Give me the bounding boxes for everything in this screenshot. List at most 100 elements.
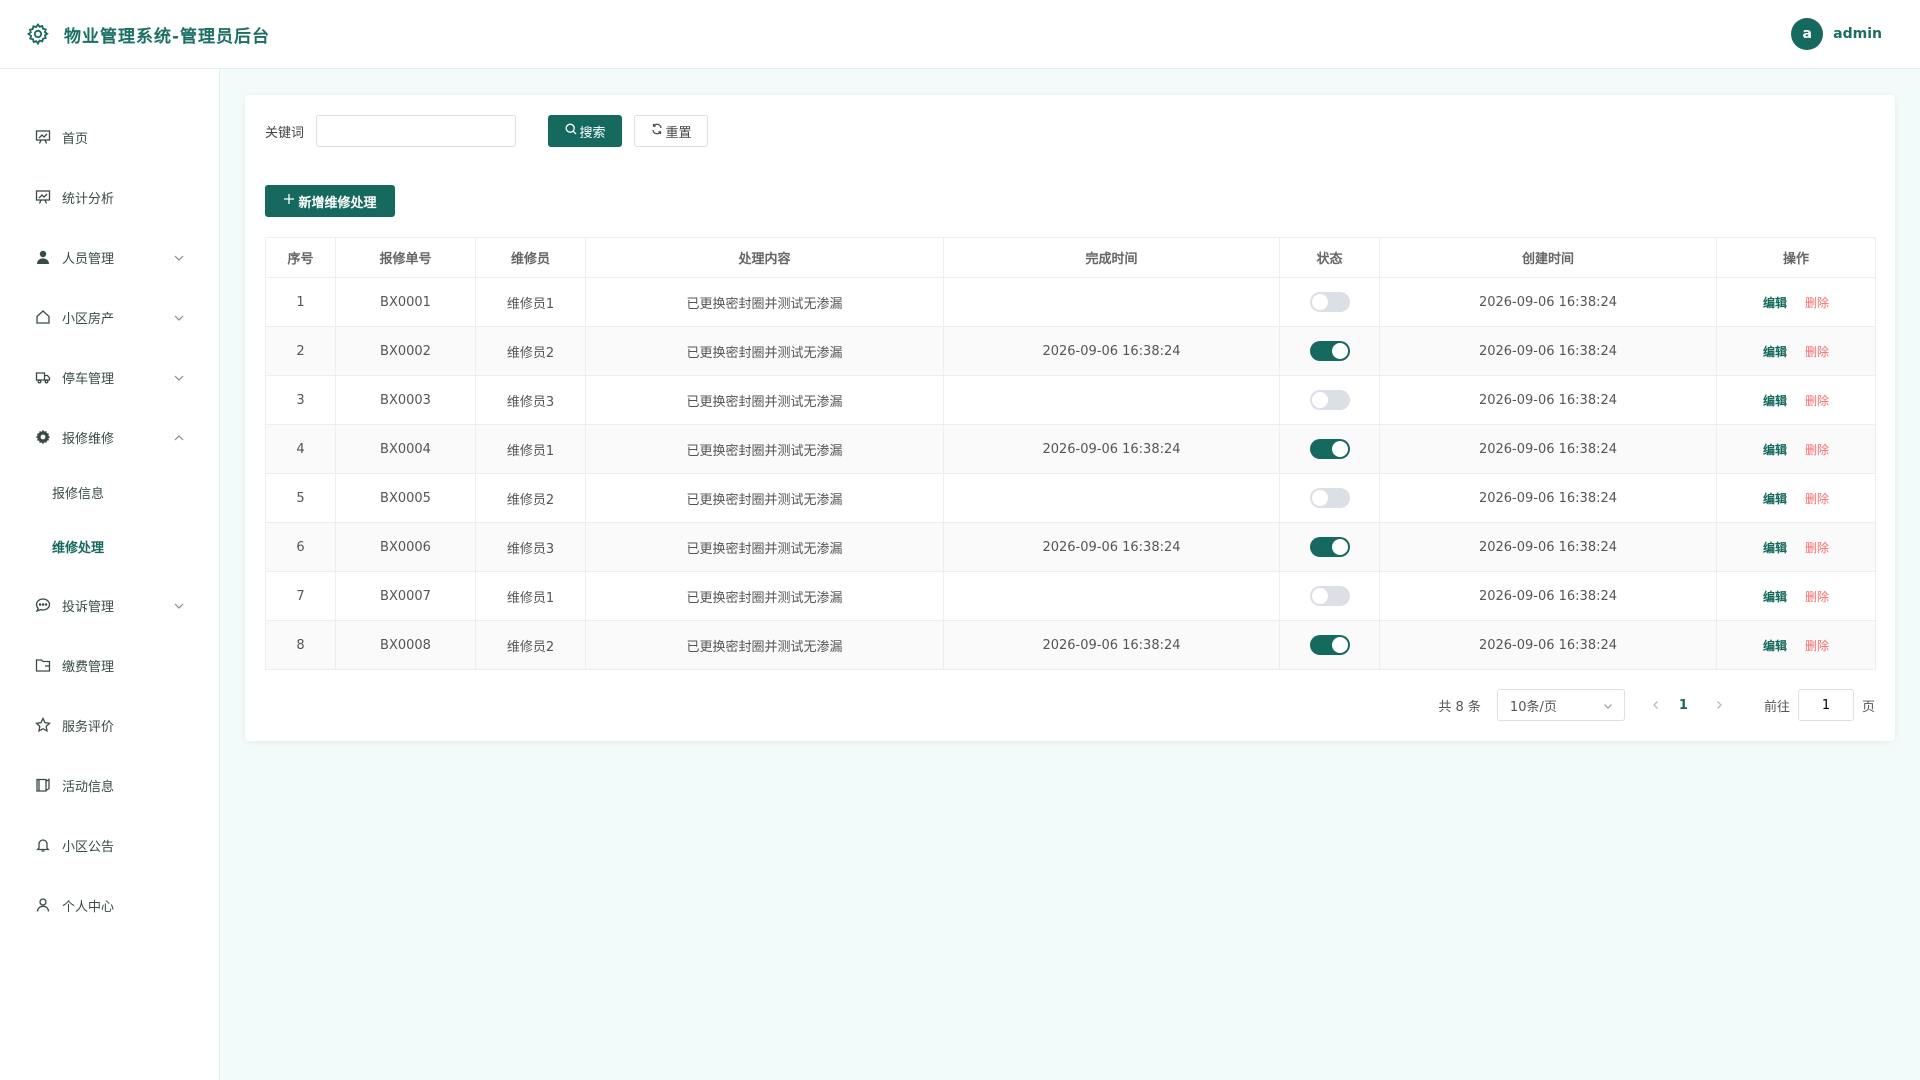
cell-actions: 编辑 删除 bbox=[1716, 424, 1876, 474]
delete-link[interactable]: 删除 bbox=[1805, 394, 1829, 408]
gear-logo-icon bbox=[24, 20, 52, 48]
sidebar-item-profile[interactable]: 个人中心 bbox=[0, 885, 220, 925]
reset-button[interactable]: 重置 bbox=[634, 115, 709, 147]
edit-link[interactable]: 编辑 bbox=[1763, 345, 1787, 359]
cell-created-time: 2026-09-06 16:38:24 bbox=[1379, 571, 1717, 621]
edit-link[interactable]: 编辑 bbox=[1763, 541, 1787, 555]
cell-content: 已更换密封圈并测试无渗漏 bbox=[585, 424, 944, 474]
cell-worker: 维修员1 bbox=[475, 571, 586, 621]
chevron-down-icon bbox=[172, 310, 186, 324]
plus-icon bbox=[283, 193, 298, 209]
sidebar-item-property[interactable]: 小区房产 bbox=[0, 297, 220, 337]
sidebar-item-home[interactable]: 首页 bbox=[0, 117, 220, 157]
column-header: 序号 bbox=[265, 237, 336, 278]
sidebar-item-payment[interactable]: 缴费管理 bbox=[0, 645, 220, 685]
cell-order-no: BX0003 bbox=[335, 375, 476, 425]
page-number-current[interactable]: 1 bbox=[1679, 698, 1688, 713]
user-menu[interactable]: a admin bbox=[1791, 18, 1882, 50]
cell-content: 已更换密封圈并测试无渗漏 bbox=[585, 571, 944, 621]
sidebar-item-statistics[interactable]: 统计分析 bbox=[0, 177, 220, 217]
sidebar-item-announcements[interactable]: 小区公告 bbox=[0, 825, 220, 865]
status-toggle[interactable] bbox=[1309, 586, 1350, 606]
chevron-down-icon bbox=[172, 250, 186, 264]
toggle-knob bbox=[1331, 343, 1348, 359]
chart-board-icon bbox=[34, 188, 52, 206]
toggle-knob bbox=[1331, 441, 1348, 457]
edit-link[interactable]: 编辑 bbox=[1763, 590, 1787, 604]
cell-finish-time bbox=[943, 375, 1280, 425]
sidebar-subitem-repair-info[interactable]: 报修信息 bbox=[0, 474, 220, 510]
cell-actions: 编辑 删除 bbox=[1716, 571, 1876, 621]
column-header: 操作 bbox=[1716, 237, 1876, 278]
status-toggle[interactable] bbox=[1309, 292, 1350, 312]
search-button[interactable]: 搜索 bbox=[548, 115, 623, 147]
repair-handling-table: 序号 报修单号 维修员 处理内容 完成时间 状态 创建时间 操作 1 BX0001… bbox=[265, 237, 1876, 670]
keyword-input[interactable] bbox=[316, 115, 517, 147]
delete-link[interactable]: 删除 bbox=[1805, 492, 1829, 506]
cell-finish-time bbox=[943, 277, 1280, 327]
sidebar-item-label: 小区公告 bbox=[62, 839, 115, 855]
sidebar-item-label: 服务评价 bbox=[62, 719, 115, 735]
sidebar-subitem-repair-handling[interactable]: 维修处理 bbox=[0, 528, 220, 564]
delete-link[interactable]: 删除 bbox=[1805, 296, 1829, 310]
sidebar-item-complaints[interactable]: 投诉管理 bbox=[0, 585, 220, 625]
sidebar-item-activities[interactable]: 活动信息 bbox=[0, 765, 220, 805]
cell-index: 1 bbox=[265, 277, 336, 327]
cell-index: 4 bbox=[265, 424, 336, 474]
cell-order-no: BX0008 bbox=[335, 620, 476, 670]
edit-link[interactable]: 编辑 bbox=[1763, 492, 1787, 506]
status-toggle[interactable] bbox=[1309, 439, 1350, 459]
sidebar-item-parking[interactable]: 停车管理 bbox=[0, 357, 220, 397]
page-size-select[interactable]: 10条/页 bbox=[1496, 689, 1625, 721]
sidebar-item-label: 人员管理 bbox=[62, 251, 115, 267]
cell-created-time: 2026-09-06 16:38:24 bbox=[1379, 620, 1717, 670]
toggle-knob bbox=[1311, 294, 1328, 310]
goto-page-input[interactable] bbox=[1797, 689, 1854, 721]
sidebar-item-personnel[interactable]: 人员管理 bbox=[0, 237, 220, 277]
cell-status bbox=[1279, 473, 1380, 523]
status-toggle[interactable] bbox=[1309, 635, 1350, 655]
truck-icon bbox=[34, 368, 52, 386]
status-toggle[interactable] bbox=[1309, 341, 1350, 361]
edit-link[interactable]: 编辑 bbox=[1763, 639, 1787, 653]
edit-link[interactable]: 编辑 bbox=[1763, 296, 1787, 310]
edit-link[interactable]: 编辑 bbox=[1763, 394, 1787, 408]
sidebar-item-label: 小区房产 bbox=[62, 311, 115, 327]
cell-actions: 编辑 删除 bbox=[1716, 620, 1876, 670]
column-header: 维修员 bbox=[475, 237, 586, 278]
total-count: 共 8 条 bbox=[1438, 699, 1481, 715]
cell-worker: 维修员1 bbox=[475, 277, 586, 327]
cell-created-time: 2026-09-06 16:38:24 bbox=[1379, 326, 1717, 376]
table-row: 1 BX0001 维修员1 已更换密封圈并测试无渗漏 2026-09-06 16:38:… bbox=[265, 277, 1876, 327]
status-toggle[interactable] bbox=[1309, 390, 1350, 410]
cell-actions: 编辑 删除 bbox=[1716, 375, 1876, 425]
delete-link[interactable]: 删除 bbox=[1805, 443, 1829, 457]
add-repair-handling-button[interactable]: 新增维修处理 bbox=[265, 185, 395, 217]
delete-link[interactable]: 删除 bbox=[1805, 345, 1829, 359]
cell-worker: 维修员3 bbox=[475, 522, 586, 572]
username[interactable]: admin bbox=[1833, 26, 1882, 42]
toggle-knob bbox=[1311, 490, 1328, 506]
house-icon bbox=[34, 308, 52, 326]
prev-page-button[interactable] bbox=[1647, 696, 1665, 714]
delete-link[interactable]: 删除 bbox=[1805, 639, 1829, 653]
status-toggle[interactable] bbox=[1309, 488, 1350, 508]
sidebar-item-repair[interactable]: 报修维修 bbox=[0, 417, 220, 457]
delete-link[interactable]: 删除 bbox=[1805, 590, 1829, 604]
cell-status bbox=[1279, 326, 1380, 376]
cell-status bbox=[1279, 620, 1380, 670]
cell-worker: 维修员1 bbox=[475, 424, 586, 474]
cell-index: 6 bbox=[265, 522, 336, 572]
next-page-button[interactable] bbox=[1710, 696, 1728, 714]
avatar[interactable]: a bbox=[1791, 18, 1824, 50]
chevron-down-icon bbox=[172, 370, 186, 384]
toggle-knob bbox=[1331, 539, 1348, 555]
delete-link[interactable]: 删除 bbox=[1805, 541, 1829, 555]
edit-link[interactable]: 编辑 bbox=[1763, 443, 1787, 457]
sidebar-item-evaluation[interactable]: 服务评价 bbox=[0, 705, 220, 745]
user-icon bbox=[34, 248, 52, 266]
status-toggle[interactable] bbox=[1309, 537, 1350, 557]
cell-index: 7 bbox=[265, 571, 336, 621]
toggle-knob bbox=[1311, 392, 1328, 408]
cell-finish-time: 2026-09-06 16:38:24 bbox=[943, 424, 1280, 474]
